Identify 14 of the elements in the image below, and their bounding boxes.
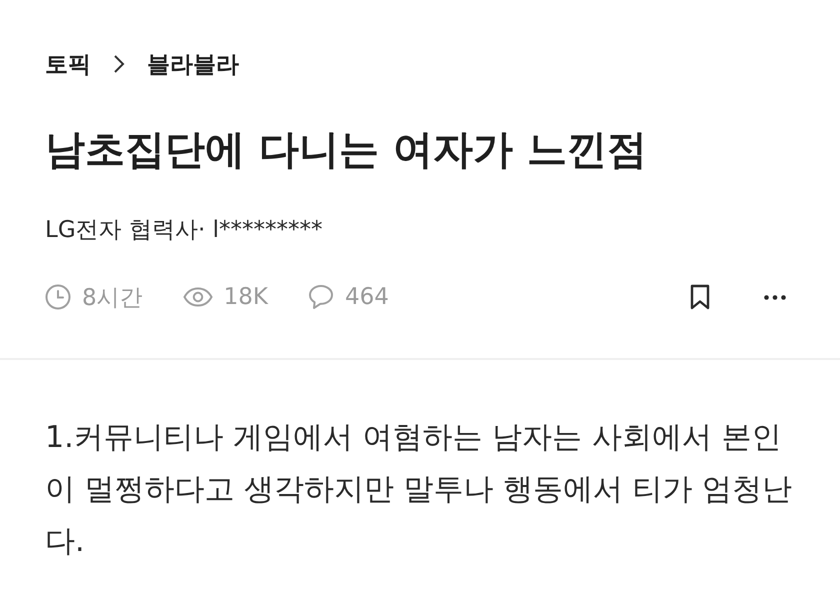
breadcrumb-link[interactable]: 토픽 — [45, 48, 91, 80]
comment-count: 464 — [345, 284, 389, 310]
view-count: 18K — [224, 284, 268, 310]
speech-bubble-icon — [308, 284, 334, 310]
eye-icon — [182, 287, 213, 307]
author-line: LG전자 협력사· l********* — [45, 216, 324, 244]
post-title: 남초집단에 다니는 여자가 느낀점 — [45, 126, 648, 174]
breadcrumb-link[interactable]: 블라블라 — [147, 48, 239, 80]
clock-icon — [45, 284, 71, 310]
post-time: 8시간 — [82, 284, 143, 312]
more-options-icon — [764, 294, 786, 300]
bookmark-icon — [690, 284, 710, 310]
post-body: 1.커뮤니티나 게임에서 여혐하는 남자는 사회에서 본인이 멀쩡하다고 생각하지만 말투나 행동에서 티가 엄청난다. — [44, 419, 794, 561]
chevron-right-icon — [113, 54, 125, 74]
